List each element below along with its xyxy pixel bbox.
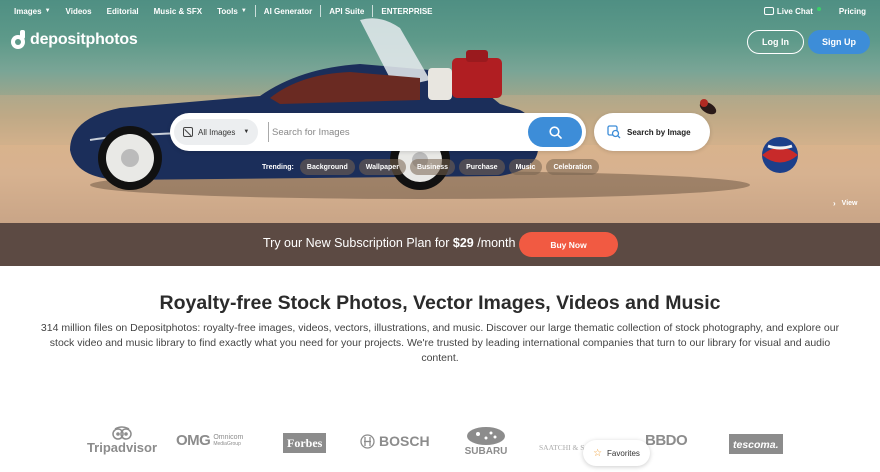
trending-tag-celebration[interactable]: Celebration [546, 159, 599, 175]
page-description: 314 million files on Depositphotos: roya… [40, 322, 840, 364]
nav-tools[interactable]: Tools ▼ [217, 7, 247, 16]
logo-icon [11, 30, 25, 49]
bbdo-logo: BBDO [645, 432, 688, 450]
site-logo[interactable]: depositphotos [10, 30, 138, 50]
chat-icon [763, 7, 774, 15]
view-image-link[interactable]: › View [833, 199, 858, 208]
search-by-image-button[interactable]: Search by Image [594, 113, 710, 151]
page-headline: Royalty-free Stock Photos, Vector Images… [159, 292, 721, 314]
nav-api-label: API Suite [329, 6, 365, 16]
search-button[interactable] [528, 117, 582, 147]
trending-tag-purchase[interactable]: Purchase [459, 159, 505, 175]
view-label: View [841, 200, 858, 207]
pricing-link[interactable]: Pricing [839, 7, 866, 16]
chevron-down-icon: ▼ [243, 129, 250, 135]
nav-enterprise-label: ENTERPRISE [381, 6, 433, 16]
trending-tag-background[interactable]: Background [299, 159, 355, 175]
trending-tag-business[interactable]: Business [409, 159, 456, 175]
logo-text: depositphotos [30, 31, 138, 48]
trending-tag-wallpaper[interactable]: Wallpaper [358, 159, 406, 175]
chevron-down-icon: ▼ [240, 8, 247, 14]
trending-tag-music[interactable]: Music [508, 159, 543, 175]
login-button[interactable]: Log In [747, 30, 804, 54]
omg-text: OMG [176, 432, 211, 449]
search-input[interactable] [268, 122, 528, 142]
tescoma-text: tescoma. [733, 439, 779, 451]
chevron-right-icon: › [833, 199, 836, 208]
search-bar: All Images ▼ [170, 113, 586, 151]
search-icon [548, 125, 562, 139]
bosch-logo: BOSCH [360, 433, 430, 449]
nav-videos[interactable]: Videos [66, 7, 92, 16]
online-status-dot [816, 7, 821, 11]
star-icon: ☆ [593, 447, 603, 459]
tripadvisor-logo: Tripadvisor [86, 426, 158, 455]
promo-text: Try our New Subscription Plan for $29 /m… [263, 236, 515, 250]
nav-ai-generator[interactable]: AI Generator [264, 7, 312, 16]
live-chat-link[interactable]: Live Chat [763, 6, 821, 16]
top-navigation: Images ▼ Videos Editorial Music & SFX Too… [0, 0, 880, 22]
forbes-text: Forbes [287, 436, 323, 450]
nav-enterprise[interactable]: ENTERPRISE [381, 7, 432, 16]
nav-api-suite[interactable]: API Suite [329, 7, 364, 16]
trending-label: Trending: [262, 163, 294, 171]
nav-divider [254, 5, 256, 17]
search-by-image-label: Search by Image [627, 127, 691, 137]
trending-tags: Trending: Background Wallpaper Business … [262, 159, 603, 175]
owl-icon [112, 426, 132, 440]
omg-subtitle: Omnicom MediaGroup [213, 434, 243, 448]
live-chat-label: Live Chat [776, 6, 813, 16]
chevron-down-icon: ▼ [44, 8, 51, 14]
bosch-text: BOSCH [379, 433, 430, 449]
image-icon [183, 127, 193, 137]
promo-price: $29 [452, 236, 474, 250]
omg-sub1: Omnicom [213, 433, 244, 441]
promo-banner: Try our New Subscription Plan for $29 /m… [0, 223, 880, 266]
bbdo-text: BBDO [645, 432, 688, 449]
subaru-logo: SUBARU [457, 426, 515, 457]
top-navigation-right: Live Chat Pricing [763, 0, 866, 22]
forbes-logo: Forbes [283, 433, 327, 453]
nav-editorial[interactable]: Editorial [107, 7, 139, 16]
hero-banner: Images ▼ Videos Editorial Music & SFX Too… [0, 0, 880, 223]
nav-divider [320, 5, 322, 17]
nav-videos-label: Videos [65, 6, 92, 16]
nav-images[interactable]: Images ▼ [14, 7, 51, 16]
subaru-text: SUBARU [464, 446, 508, 457]
favorites-label: Favorites [607, 448, 640, 458]
visual-search-icon [607, 125, 621, 139]
nav-ai-label: AI Generator [263, 6, 313, 16]
favorites-button[interactable]: ☆ Favorites [583, 440, 650, 466]
nav-music-label: Music & SFX [153, 6, 203, 16]
search-type-label: All Images [198, 127, 236, 137]
signup-button[interactable]: Sign Up [808, 30, 870, 54]
promo-text-before: Try our New Subscription Plan for [263, 236, 453, 250]
buy-now-button[interactable]: Buy Now [519, 232, 618, 257]
omg-sub2: MediaGroup [213, 440, 241, 447]
tescoma-logo: tescoma. [729, 434, 783, 454]
bosch-icon [360, 433, 375, 449]
search-type-dropdown[interactable]: All Images ▼ [174, 119, 258, 145]
nav-music-sfx[interactable]: Music & SFX [154, 7, 202, 16]
omg-logo: OMG Omnicom MediaGroup [176, 432, 243, 449]
nav-editorial-label: Editorial [106, 6, 139, 16]
nav-divider [372, 5, 374, 17]
nav-images-label: Images [14, 6, 42, 16]
client-logos: Tripadvisor OMG Omnicom MediaGroup Forbe… [0, 420, 880, 464]
nav-tools-label: Tools [217, 6, 238, 16]
promo-text-after: /month [473, 236, 516, 250]
subaru-icon [467, 427, 505, 445]
tripadvisor-text: Tripadvisor [86, 440, 158, 455]
